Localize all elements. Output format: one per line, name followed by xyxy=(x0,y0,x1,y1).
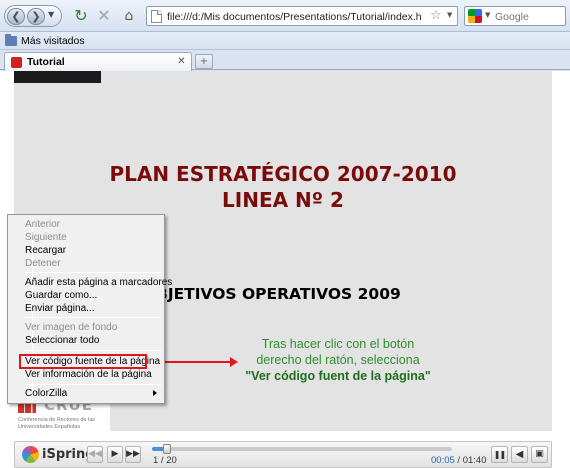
time-current: 00:05 xyxy=(431,455,455,466)
instruction-line3: "Ver código fuent de la página" xyxy=(245,369,431,383)
menu-item-page-info[interactable]: Ver información de la página xyxy=(25,368,152,381)
history-dropdown-icon[interactable]: ▼ xyxy=(48,10,54,19)
bookmark-label: Más visitados xyxy=(21,35,85,47)
menu-item-siguiente[interactable]: Siguiente xyxy=(25,231,67,244)
slide-header-logo xyxy=(14,71,101,83)
page-icon xyxy=(151,10,162,23)
home-icon[interactable]: ⌂ xyxy=(120,7,138,25)
forward-arrow-icon[interactable]: ❯ xyxy=(27,8,45,25)
context-menu: Anterior Siguiente Recargar Detener Añad… xyxy=(7,214,172,404)
bookmark-folder-icon xyxy=(5,34,17,46)
submenu-arrow-icon xyxy=(153,390,157,396)
menu-separator xyxy=(25,384,161,385)
instruction-line2: derecho del ratón, selecciona xyxy=(256,353,420,367)
menu-item-anterior[interactable]: Anterior xyxy=(25,218,60,231)
slide-title-line1: PLAN ESTRATÉGICO 2007-2010 xyxy=(109,162,457,186)
fullscreen-icon[interactable]: ▣ xyxy=(531,446,548,463)
stop-icon[interactable]: ✕ xyxy=(95,7,113,25)
menu-separator xyxy=(25,350,161,351)
instruction-line1: Tras hacer clic con el botón xyxy=(261,337,415,351)
menu-separator xyxy=(25,272,161,273)
slide-title-line2: LINEA Nº 2 xyxy=(222,188,344,212)
instruction-text: Tras hacer clic con el botón derecho del… xyxy=(238,336,438,384)
search-input[interactable] xyxy=(495,9,563,24)
back-forward-group: ❮ ❯ ▼ xyxy=(4,5,62,27)
google-icon[interactable] xyxy=(468,9,482,23)
close-tab-icon[interactable]: ✕ xyxy=(176,56,187,67)
navigation-toolbar: ❮ ❯ ▼ ↻ ✕ ⌂ ☆ ▼ ▼ xyxy=(0,0,570,32)
star-icon[interactable]: ☆ xyxy=(430,8,442,23)
seek-handle[interactable] xyxy=(163,444,171,454)
menu-separator xyxy=(25,317,161,318)
url-dropdown-icon[interactable]: ▼ xyxy=(447,11,452,19)
tab-title: Tutorial xyxy=(27,56,65,68)
url-input[interactable] xyxy=(167,9,422,24)
bookmark-mas-visitados[interactable]: Más visitados xyxy=(5,34,85,48)
bookmarks-bar: Más visitados xyxy=(0,32,570,50)
tab-favicon-icon xyxy=(11,56,22,68)
menu-item-save-as[interactable]: Guardar como... xyxy=(25,289,97,302)
menu-item-view-background[interactable]: Ver imagen de fondo xyxy=(25,321,117,334)
volume-icon[interactable]: ◀ xyxy=(511,446,528,463)
seek-bar[interactable] xyxy=(152,444,452,454)
reload-icon[interactable]: ↻ xyxy=(72,7,90,25)
new-tab-button[interactable]: + xyxy=(195,54,213,69)
ispring-brand[interactable]: iSpring xyxy=(22,446,95,463)
menu-item-add-bookmark[interactable]: Añadir esta página a marcadores xyxy=(25,276,172,289)
play-button[interactable]: ▶ xyxy=(107,446,123,463)
menu-item-select-all[interactable]: Seleccionar todo xyxy=(25,334,100,347)
previous-slide-button[interactable]: ◀◀ xyxy=(87,446,103,463)
address-bar[interactable]: ☆ ▼ xyxy=(146,6,458,26)
player-controls: iSpring ◀◀ ▶ ▶▶ 1 / 20 00:05 / 01:40 ❚❚ … xyxy=(14,441,552,468)
tab-tutorial[interactable]: Tutorial ✕ xyxy=(4,52,192,71)
pause-button[interactable]: ❚❚ xyxy=(491,446,508,463)
highlight-box xyxy=(19,354,147,369)
time-total: 01:40 xyxy=(462,455,487,466)
menu-item-recargar[interactable]: Recargar xyxy=(25,244,66,257)
slide-subtitle: BJETIVOS OPERATIVOS 2009 xyxy=(156,285,401,303)
menu-item-colorzilla[interactable]: ColorZilla xyxy=(25,387,67,400)
slide-counter: 1 / 20 xyxy=(153,455,177,466)
search-engine-dropdown-icon[interactable]: ▼ xyxy=(485,11,490,19)
back-arrow-icon[interactable]: ❮ xyxy=(7,8,25,25)
tab-strip: Tutorial ✕ + xyxy=(0,50,570,71)
ispring-logo-icon xyxy=(22,446,39,463)
time-display: 00:05 / 01:40 xyxy=(431,455,487,466)
next-slide-button[interactable]: ▶▶ xyxy=(125,446,141,463)
menu-item-detener[interactable]: Detener xyxy=(25,257,61,270)
search-bar[interactable]: ▼ xyxy=(464,6,566,26)
crue-subtitle: Conferencia de Rectores de las Universid… xyxy=(18,417,96,430)
menu-item-send-page[interactable]: Enviar página... xyxy=(25,302,95,315)
